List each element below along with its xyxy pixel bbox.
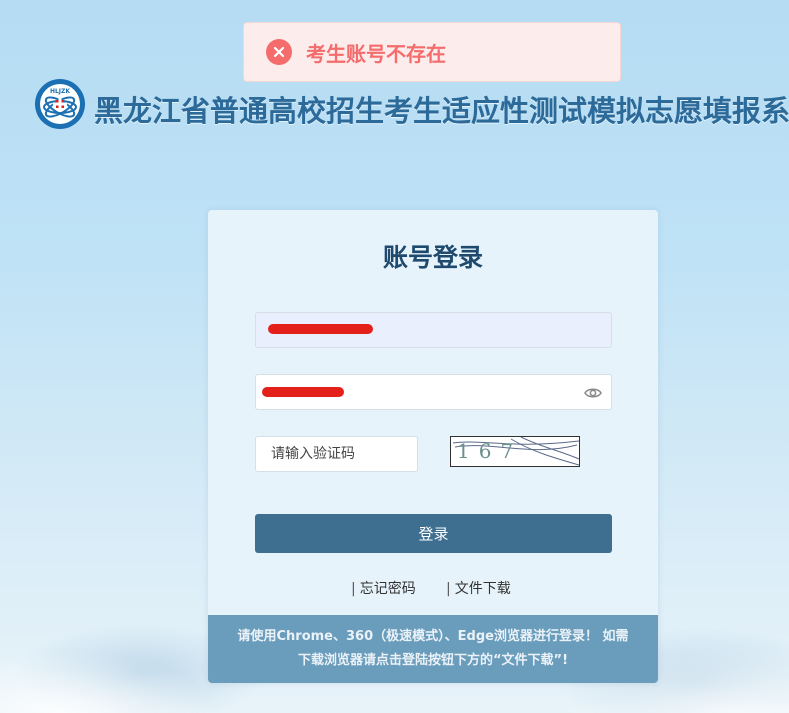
error-toast: 考生账号不存在 — [243, 22, 621, 82]
page-title: 黑龙江省普通高校招生考生适应性测试模拟志愿填报系 — [94, 94, 789, 128]
captcha-image[interactable]: 167 6rD — [450, 436, 580, 467]
show-password-icon[interactable] — [584, 384, 602, 402]
browser-notice: 请使用Chrome、360（极速模式）、Edge浏览器进行登录！ 如需 下载浏览… — [208, 615, 658, 683]
link-divider: | — [351, 581, 356, 597]
login-button[interactable]: 登录 — [255, 514, 612, 553]
captcha-text: 167 6rD — [457, 439, 523, 466]
error-icon — [266, 39, 292, 65]
login-card: 账号登录 请输入验证码 167 6rD 登录 |忘记密码 |文件下载 请使用Ch… — [208, 210, 658, 683]
error-message: 考生账号不存在 — [306, 41, 446, 66]
username-redaction — [268, 324, 373, 334]
forgot-password-link[interactable]: | 忘记密码 — [351, 578, 416, 598]
notice-line-1: 请使用Chrome、360（极速模式）、Edge浏览器进行登录！ 如需 — [237, 629, 629, 644]
notice-line-2: 下载浏览器请点击登陆按钮下方的“文件下载”! — [297, 653, 569, 668]
logo-text: HLJZK — [50, 88, 70, 95]
password-field[interactable] — [255, 374, 612, 410]
site-logo: HLJZK — [34, 78, 86, 130]
file-download-label: 文件下载 — [454, 581, 511, 597]
password-redaction — [262, 387, 344, 397]
link-divider: | — [446, 581, 451, 597]
login-title: 账号登录 — [382, 243, 483, 272]
captcha-input[interactable]: 请输入验证码 — [255, 436, 418, 472]
username-field[interactable] — [255, 312, 612, 348]
forgot-password-label: 忘记密码 — [359, 581, 416, 597]
file-download-link[interactable]: | 文件下载 — [446, 578, 511, 598]
